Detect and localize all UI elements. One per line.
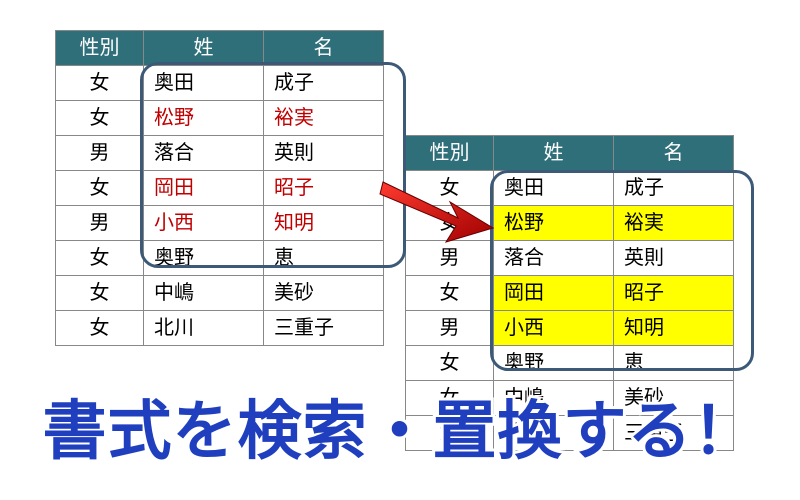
cell-last: 中嶋	[494, 381, 614, 416]
cell-last: 小西	[144, 206, 264, 241]
cell-first: 裕実	[264, 101, 384, 136]
cell-last: 北川	[494, 416, 614, 451]
cell-gender: 女	[56, 311, 144, 346]
canvas: 性別 姓 名 女 奥田 成子 女 松野 裕実 男 落合 英則 女	[0, 0, 800, 500]
cell-last: 小西	[494, 311, 614, 346]
source-table: 性別 姓 名 女 奥田 成子 女 松野 裕実 男 落合 英則 女	[55, 30, 384, 346]
cell-gender: 男	[56, 206, 144, 241]
table-row: 男 落合 英則	[56, 136, 384, 171]
cell-first: 成子	[264, 66, 384, 101]
cell-last: 落合	[494, 241, 614, 276]
col-last: 姓	[144, 31, 264, 66]
table-row: 女 奥野 恵	[56, 241, 384, 276]
col-first: 名	[264, 31, 384, 66]
col-gender: 性別	[406, 136, 494, 171]
cell-gender: 女	[56, 66, 144, 101]
cell-first: 成子	[614, 171, 734, 206]
cell-first: 三重子	[614, 416, 734, 451]
table-row: 女 松野 裕実	[56, 101, 384, 136]
table-row: 女 松野 裕実	[406, 206, 734, 241]
cell-last: 落合	[144, 136, 264, 171]
table-row: 男 小西 知明	[406, 311, 734, 346]
table-row: 男 落合 英則	[406, 241, 734, 276]
cell-first: 恵	[614, 346, 734, 381]
cell-gender: 男	[56, 136, 144, 171]
cell-first: 三重子	[264, 311, 384, 346]
cell-last: 岡田	[144, 171, 264, 206]
col-first: 名	[614, 136, 734, 171]
cell-first: 知明	[614, 311, 734, 346]
cell-last: 奥野	[144, 241, 264, 276]
cell-last: 松野	[144, 101, 264, 136]
table-row: 女 奥野 恵	[406, 346, 734, 381]
cell-first: 英則	[614, 241, 734, 276]
table-row: 女 岡田 昭子	[406, 276, 734, 311]
cell-gender: 女	[406, 416, 494, 451]
col-gender: 性別	[56, 31, 144, 66]
cell-last: 岡田	[494, 276, 614, 311]
cell-gender: 女	[406, 171, 494, 206]
cell-last: 奥野	[494, 346, 614, 381]
cell-gender: 女	[56, 101, 144, 136]
cell-first: 昭子	[614, 276, 734, 311]
table-row: 女 中嶋 美砂	[406, 381, 734, 416]
cell-gender: 女	[406, 206, 494, 241]
cell-last: 北川	[144, 311, 264, 346]
col-last: 姓	[494, 136, 614, 171]
table-row: 女 岡田 昭子	[56, 171, 384, 206]
cell-gender: 女	[56, 171, 144, 206]
table-row: 女 奥田 成子	[406, 171, 734, 206]
cell-gender: 男	[406, 241, 494, 276]
table-row: 女 北川 三重子	[406, 416, 734, 451]
cell-gender: 女	[406, 346, 494, 381]
cell-first: 英則	[264, 136, 384, 171]
cell-last: 中嶋	[144, 276, 264, 311]
cell-gender: 女	[406, 276, 494, 311]
cell-first: 裕実	[614, 206, 734, 241]
cell-first: 美砂	[614, 381, 734, 416]
table-row: 女 奥田 成子	[56, 66, 384, 101]
cell-gender: 女	[56, 276, 144, 311]
cell-first: 知明	[264, 206, 384, 241]
cell-first: 美砂	[264, 276, 384, 311]
table-row: 男 小西 知明	[56, 206, 384, 241]
table-row: 女 北川 三重子	[56, 311, 384, 346]
cell-first: 昭子	[264, 171, 384, 206]
cell-first: 恵	[264, 241, 384, 276]
table-header-row: 性別 姓 名	[406, 136, 734, 171]
table-row: 女 中嶋 美砂	[56, 276, 384, 311]
cell-gender: 女	[406, 381, 494, 416]
table-header-row: 性別 姓 名	[56, 31, 384, 66]
cell-last: 奥田	[144, 66, 264, 101]
cell-gender: 女	[56, 241, 144, 276]
cell-last: 奥田	[494, 171, 614, 206]
cell-last: 松野	[494, 206, 614, 241]
result-table: 性別 姓 名 女 奥田 成子 女 松野 裕実 男 落合 英則 女	[405, 135, 734, 451]
cell-gender: 男	[406, 311, 494, 346]
